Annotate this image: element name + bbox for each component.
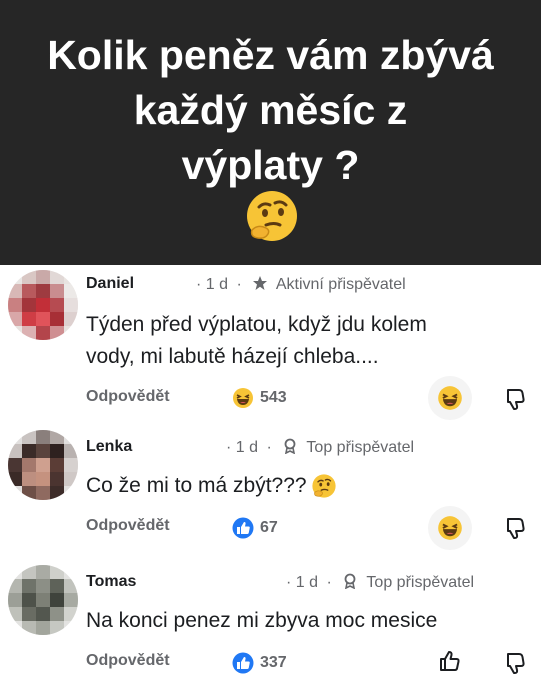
meta-separator: ·: [226, 439, 232, 456]
meta-separator: ·: [326, 574, 332, 591]
like-icon: [232, 652, 254, 674]
reply-button[interactable]: Odpovědět: [86, 652, 170, 670]
comment: Lenka · 1 d · Top přispěvatel Co že mi t…: [0, 420, 541, 555]
thumbs-down-icon[interactable]: [502, 650, 528, 676]
laughing-emoji-icon: [438, 386, 462, 410]
avatar-image: [8, 270, 78, 340]
avatar[interactable]: [8, 430, 78, 500]
contributor-badge: Top přispěvatel: [366, 574, 475, 591]
thumbs-down-icon[interactable]: [502, 515, 528, 541]
avatar-image: [8, 565, 78, 635]
avatar-image: [8, 430, 78, 500]
comment-meta: · 1 d · Top přispěvatel: [226, 438, 414, 457]
contributor-badge: Aktivní přispěvatel: [275, 276, 406, 293]
top-contributor-icon: [284, 438, 296, 454]
avatar[interactable]: [8, 565, 78, 635]
comment: Tomas · 1 d · Top přispěvatel Na konci p…: [0, 555, 541, 682]
thinking-face-icon: [247, 191, 297, 241]
comment-time[interactable]: 1 d: [206, 276, 228, 293]
reaction-summary[interactable]: 543: [232, 387, 287, 409]
star-icon: [253, 276, 268, 290]
comment-text-line: Co že mi to má zbýt???: [86, 474, 307, 497]
top-reaction-button[interactable]: [428, 506, 472, 550]
comment-text: Co že mi to má zbýt???: [86, 470, 337, 502]
reply-button[interactable]: Odpovědět: [86, 388, 170, 406]
thumbs-down-icon[interactable]: [502, 386, 528, 412]
meta-separator: ·: [266, 439, 272, 456]
post-image-banner: Kolik peněz vám zbývá každý měsíc z výpl…: [0, 0, 541, 265]
comment-text: Týden před výplatou, když jdu kolem vody…: [86, 309, 427, 373]
meta-separator: ·: [196, 276, 202, 293]
comment-author[interactable]: Lenka: [86, 438, 132, 456]
comment-author[interactable]: Daniel: [86, 275, 134, 293]
laughing-emoji-icon: [438, 516, 462, 540]
comment-text-line: Na konci penez mi zbyva moc mesice: [86, 609, 438, 632]
reaction-count: 337: [260, 654, 287, 671]
comment-time[interactable]: 1 d: [236, 439, 258, 456]
comment-text-line: vody, mi labutě házejí chleba....: [86, 345, 379, 368]
comment: Daniel · 1 d · Aktivní přispěvatel Týden…: [0, 265, 541, 420]
avatar[interactable]: [8, 270, 78, 340]
top-reaction-button[interactable]: [428, 376, 472, 420]
reaction-summary[interactable]: 337: [232, 652, 287, 674]
reaction-count: 543: [260, 389, 287, 406]
comment-author[interactable]: Tomas: [86, 573, 136, 591]
top-contributor-icon: [344, 573, 356, 589]
contributor-badge: Top přispěvatel: [306, 439, 415, 456]
reaction-count: 67: [260, 519, 278, 536]
reaction-summary[interactable]: 67: [232, 517, 278, 539]
like-icon: [232, 517, 254, 539]
comment-time[interactable]: 1 d: [296, 574, 318, 591]
comment-meta: · 1 d · Aktivní přispěvatel: [196, 275, 406, 294]
post-title: Kolik peněz vám zbývá každý měsíc z výpl…: [0, 28, 541, 193]
reply-button[interactable]: Odpovědět: [86, 517, 170, 535]
comment-meta: · 1 d · Top přispěvatel: [286, 573, 474, 592]
post-title-line-3: výplaty ?: [181, 142, 360, 188]
comment-text-line: Týden před výplatou, když jdu kolem: [86, 313, 427, 336]
thumbs-up-icon[interactable]: [437, 648, 463, 674]
meta-separator: ·: [236, 276, 242, 293]
laughing-emoji-icon: [233, 388, 253, 408]
post-title-line-1: Kolik peněz vám zbývá: [47, 32, 494, 78]
thinking-face-icon: [311, 474, 336, 498]
post-title-line-2: každý měsíc z: [133, 87, 408, 133]
meta-separator: ·: [286, 574, 292, 591]
comment-text: Na konci penez mi zbyva moc mesice: [86, 605, 437, 637]
